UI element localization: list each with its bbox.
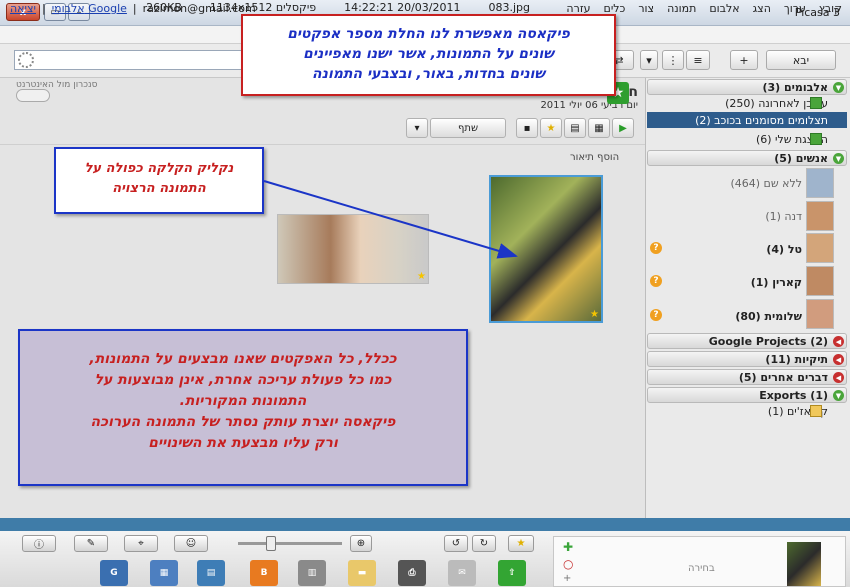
google-earth-icon[interactable]: G — [100, 560, 128, 586]
star-button[interactable]: ★ — [508, 535, 534, 552]
folder-icon[interactable]: ▬ — [348, 560, 376, 586]
divider — [0, 144, 645, 145]
album-toolbar: ▾ שתף ▪ ★ ▤ ▦ ▶ — [406, 118, 634, 138]
import-button[interactable]: יבא — [766, 50, 836, 70]
status-dimensions: 1134x1512 פיקסלים — [209, 1, 317, 14]
section-folders[interactable]: תיקיות (11) ◀ — [647, 351, 847, 367]
annotation-original-copy: ככלל, כל האפקטים שאנו מבצעים על התמונות,… — [18, 329, 468, 486]
add-description-link[interactable]: הוסף תיאור — [570, 152, 619, 163]
tag-button[interactable]: ✎ — [74, 535, 108, 552]
status-filename: 083.jpg — [488, 1, 530, 14]
location-button[interactable]: ⌖ — [124, 535, 158, 552]
menu-file[interactable]: קובץ — [819, 2, 842, 15]
collage-icon[interactable]: ▤ — [197, 560, 225, 586]
movie-icon[interactable]: ▦ — [150, 560, 178, 586]
annotation-double-click: נקליק הקלקה כפולה על התמונה הרצויה — [54, 147, 264, 214]
google-albums-link[interactable]: אלבומי Google — [52, 2, 127, 15]
list-view-button[interactable]: ≡ — [686, 50, 710, 70]
layout-icon[interactable]: ▥ — [298, 560, 326, 586]
zoom-slider-handle[interactable] — [266, 536, 276, 551]
section-exports[interactable]: Exports (1) ▼ — [647, 387, 847, 403]
info-button[interactable]: ⓘ — [22, 535, 56, 552]
status-items: 083.jpg 14:22:21 20/03/2011 1134x1512 פי… — [146, 1, 530, 14]
dropdown-button[interactable]: ▾ — [406, 118, 428, 138]
menu-edit[interactable]: ערוך — [784, 2, 806, 15]
person-avatar-shlomit[interactable] — [806, 299, 834, 329]
section-other[interactable]: דברים אחרים (5) ◀ — [647, 369, 847, 385]
help-icon[interactable]: ? — [650, 309, 662, 321]
blogger-icon[interactable]: B — [250, 560, 278, 586]
menu-view[interactable]: הצג — [753, 2, 771, 15]
folder-icon — [810, 405, 822, 417]
collage-icon[interactable]: ▦ — [588, 118, 610, 138]
view-dropdown-button[interactable]: ▾ — [640, 50, 658, 70]
help-icon[interactable]: ? — [650, 275, 662, 287]
album-icon — [810, 133, 822, 145]
section-albums[interactable]: אלבומים (3) ▼ — [647, 79, 847, 95]
help-icon[interactable]: ? — [650, 242, 662, 254]
menu-create[interactable]: צור — [638, 2, 654, 15]
person-avatar-dana[interactable] — [806, 201, 834, 231]
person-shlomit[interactable]: שלומית (80) — [735, 310, 802, 323]
selection-label: בחירה — [688, 563, 715, 574]
menu-album[interactable]: אלבום — [709, 2, 739, 15]
person-avatar-unnamed[interactable] — [806, 168, 834, 198]
photo-thumbnail[interactable]: ★ — [277, 214, 429, 284]
print-icon[interactable]: ⎙ — [398, 560, 426, 586]
tree-view-button[interactable]: ⋮ — [662, 50, 684, 70]
menu-picture[interactable]: תמונה — [667, 2, 696, 15]
person-unnamed[interactable]: ללא שם (464) — [730, 177, 802, 190]
save-icon[interactable]: ▪ — [516, 118, 538, 138]
clear-icon[interactable]: ○ — [563, 557, 573, 571]
sync-toggle[interactable] — [16, 89, 50, 102]
person-karin[interactable]: קארין (1) — [751, 276, 802, 289]
section-google-projects[interactable]: Google Projects (2) ◀ — [647, 333, 847, 349]
status-datetime: 14:22:21 20/03/2011 — [344, 1, 461, 14]
upload-button[interactable]: + — [730, 50, 758, 70]
star-icon[interactable]: ★ — [540, 118, 562, 138]
person-avatar-karin[interactable] — [806, 266, 834, 296]
annotation-effects: פיקאסה מאפשרת לנו החלת מספר אפקטים שונים… — [241, 14, 616, 96]
share-button[interactable]: שתף — [430, 118, 506, 138]
people-button[interactable]: ☺ — [174, 535, 208, 552]
slideshow-icon[interactable]: ▤ — [564, 118, 586, 138]
rotate-left-button[interactable]: ↺ — [444, 535, 468, 552]
zoom-slider[interactable] — [238, 542, 342, 545]
search-input[interactable] — [14, 50, 246, 70]
rotate-right-button[interactable]: ↻ — [472, 535, 496, 552]
person-avatar-tal[interactable] — [806, 233, 834, 263]
status-bar — [0, 518, 850, 531]
person-dana[interactable]: דנה (1) — [765, 210, 802, 223]
star-icon: ★ — [590, 309, 599, 320]
email-icon[interactable]: ✉ — [448, 560, 476, 586]
section-people[interactable]: אנשים (5) ▼ — [647, 150, 847, 166]
play-icon[interactable]: ▶ — [612, 118, 634, 138]
logout-link[interactable]: יציאה — [10, 2, 36, 15]
export-icon[interactable]: ⇧ — [498, 560, 526, 586]
add-icon[interactable]: + — [563, 573, 571, 584]
status-size: 260KB — [146, 1, 182, 14]
zoom-icon: ⊕ — [350, 535, 372, 552]
person-tal[interactable]: טל (4) — [766, 243, 802, 256]
pin-icon[interactable]: ✚ — [563, 540, 573, 554]
selected-thumbnail[interactable] — [787, 542, 821, 586]
loading-icon — [18, 52, 34, 68]
photo-thumbnail-selected[interactable]: ★ — [489, 175, 603, 323]
album-icon — [810, 97, 822, 109]
album-item-starred-label: תצלומים מסומנים בכוכב (2) — [695, 114, 828, 127]
star-icon: ★ — [417, 271, 426, 282]
